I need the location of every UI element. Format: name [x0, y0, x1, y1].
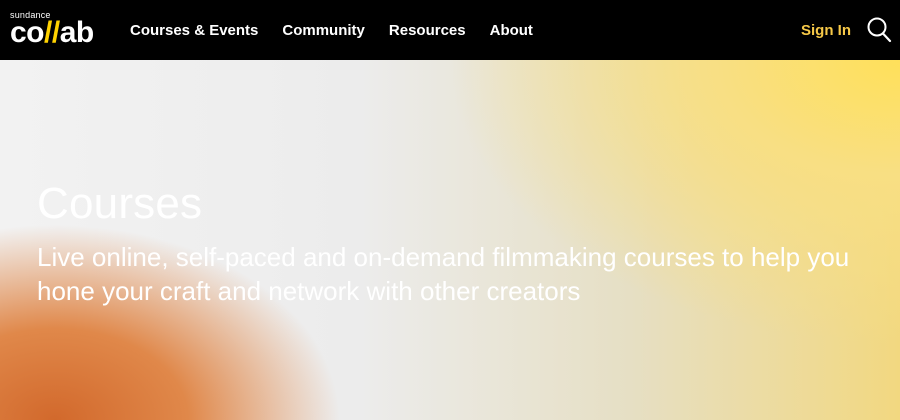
logo-wordmark: co//ab	[10, 16, 94, 50]
nav-item-resources[interactable]: Resources	[389, 22, 466, 39]
page-title: Courses	[37, 179, 203, 228]
sign-in-link[interactable]: Sign In	[801, 0, 851, 60]
nav-item-courses-events[interactable]: Courses & Events	[130, 22, 258, 39]
nav-item-about[interactable]: About	[490, 22, 533, 39]
hero-banner: Courses Live online, self-paced and on-d…	[0, 60, 900, 420]
sundance-collab-logo[interactable]: sundance co//ab	[10, 10, 110, 50]
search-icon[interactable]	[866, 16, 892, 44]
logo-part-2: ab	[59, 16, 95, 49]
logo-slashes: //	[44, 16, 60, 49]
logo-part-1: co	[10, 16, 45, 49]
top-navigation-bar: sundance co//ab Courses & Events Communi…	[0, 0, 900, 60]
page-subtitle: Live online, self-paced and on-demand fi…	[37, 242, 850, 306]
nav-item-community[interactable]: Community	[282, 22, 365, 39]
main-nav: Courses & Events Community Resources Abo…	[130, 0, 533, 60]
